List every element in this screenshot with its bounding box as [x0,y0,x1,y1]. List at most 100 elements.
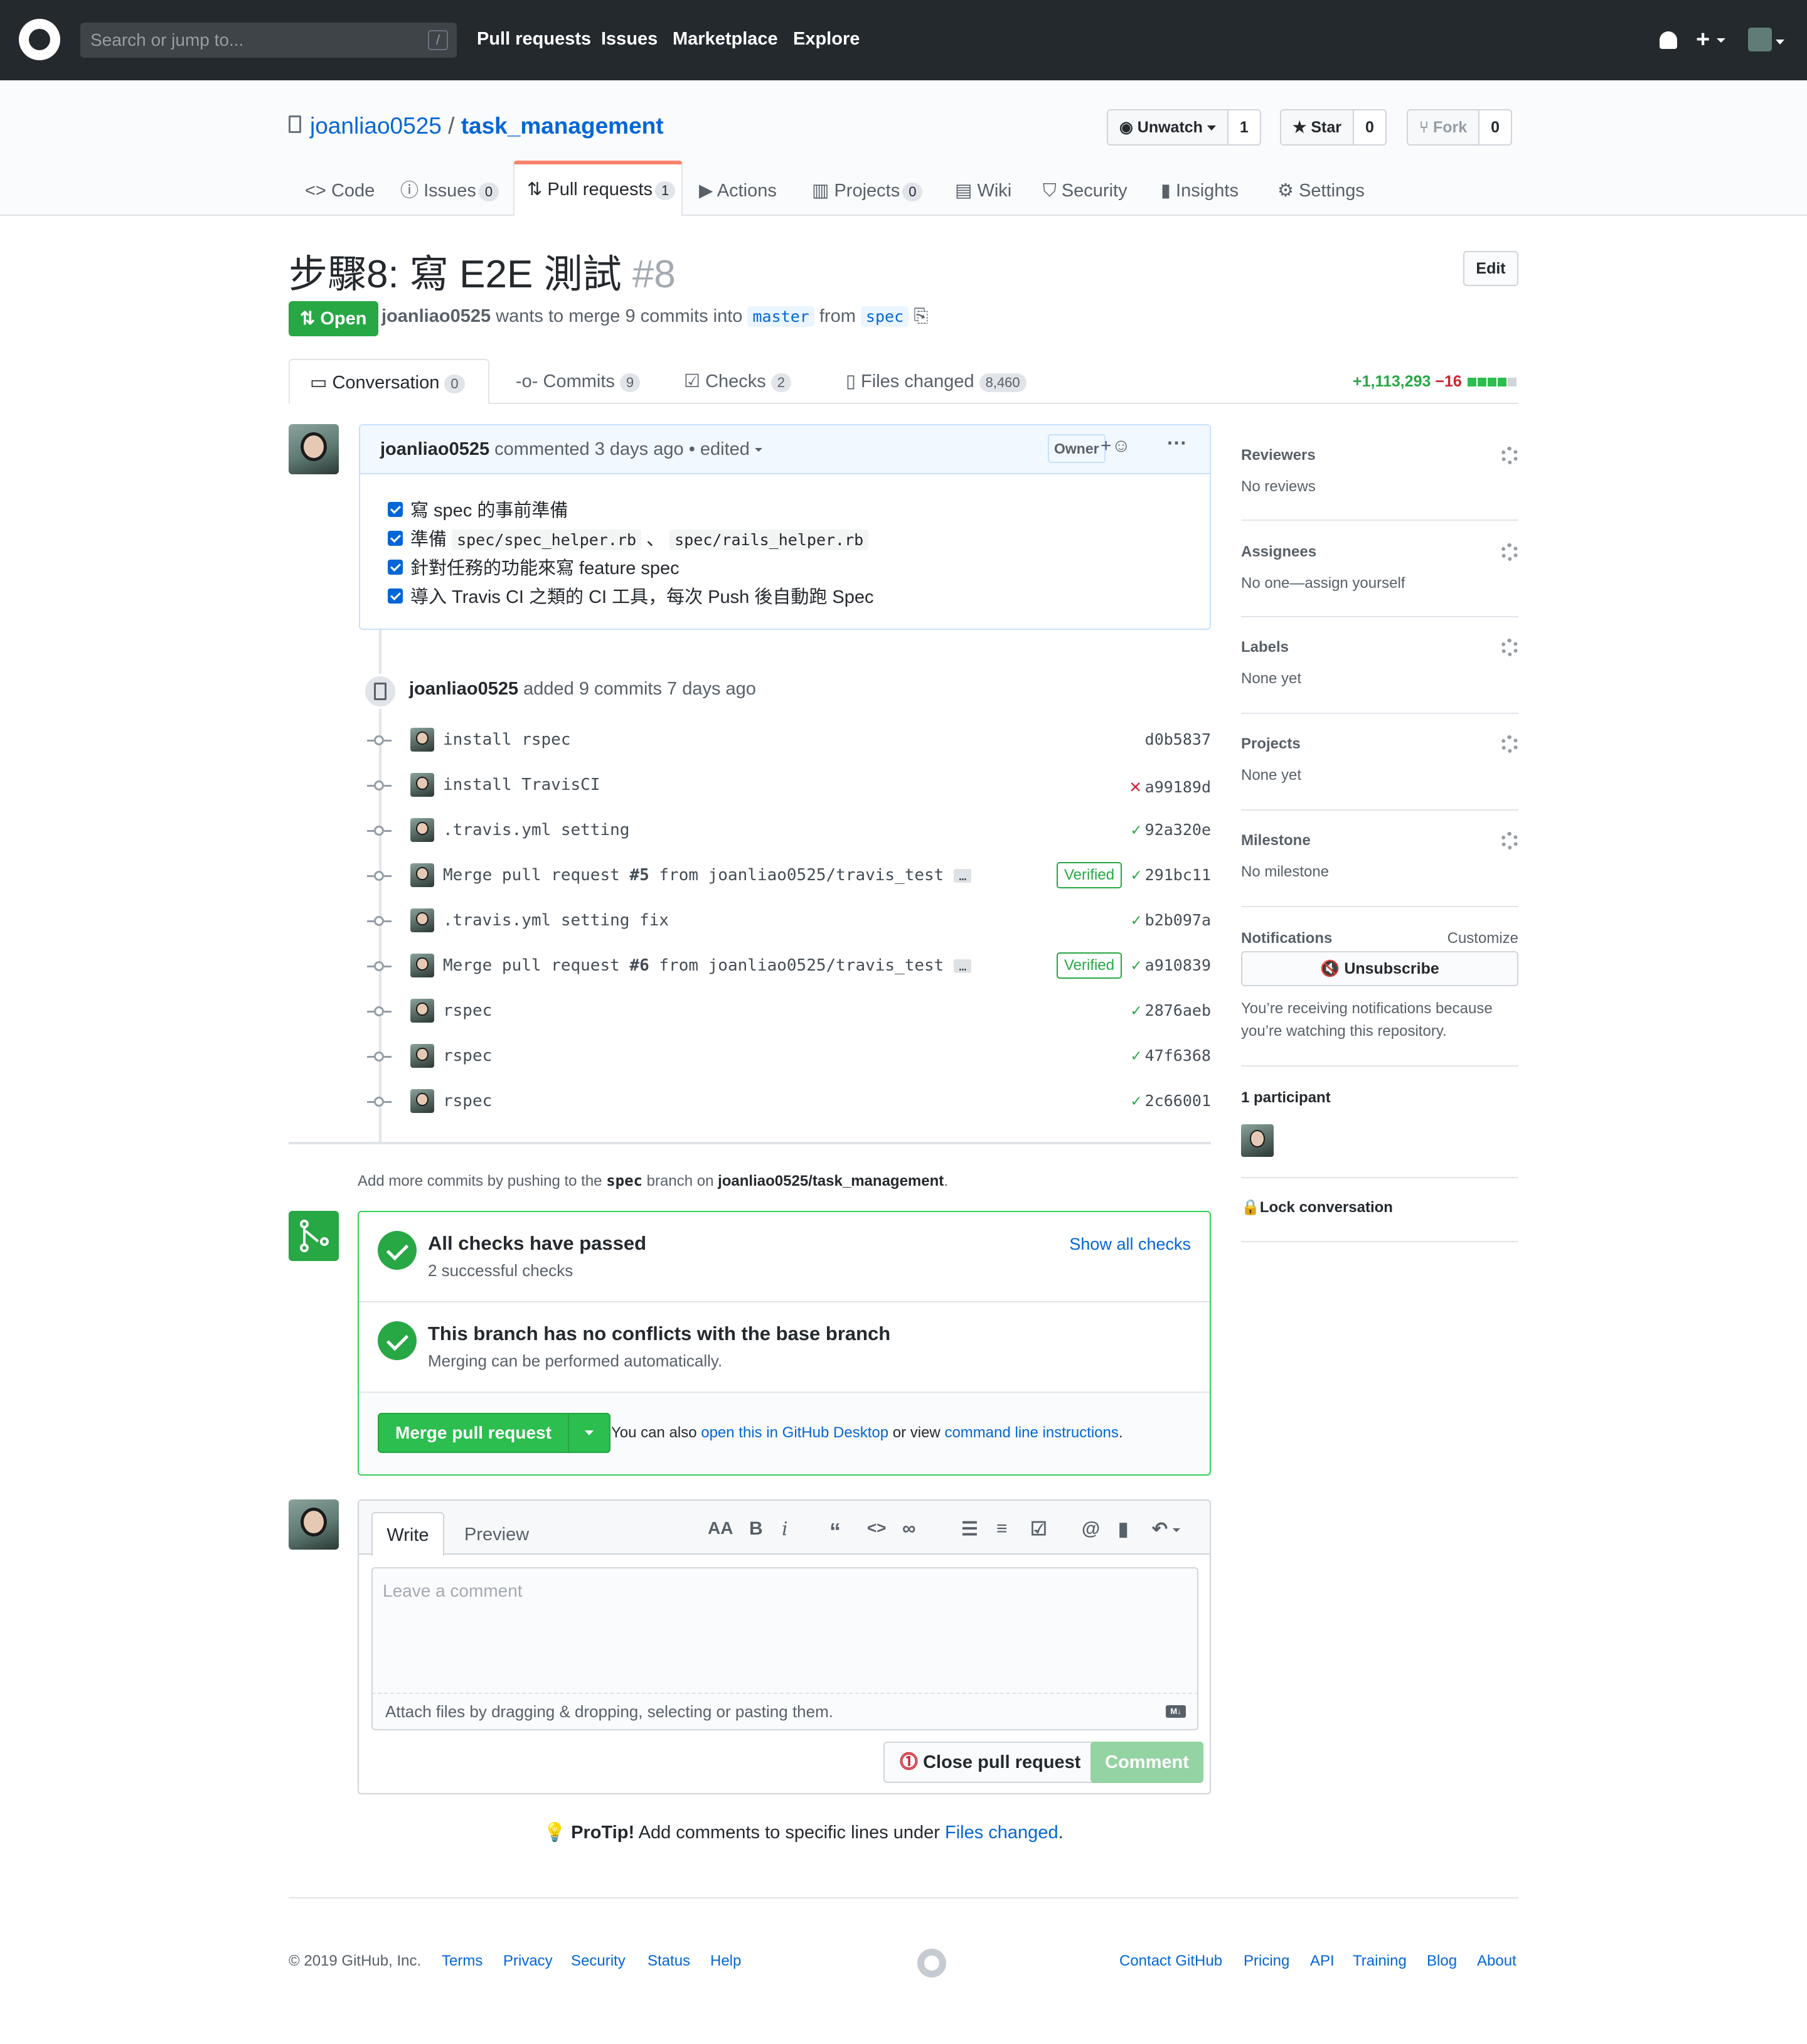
lock-conversation-link[interactable]: 🔒Lock conversation [1241,1198,1393,1216]
gear-icon[interactable] [1501,735,1518,753]
tab-projects[interactable]: ▥ Projects 0 [812,161,923,216]
assignees-value[interactable]: No one—assign yourself [1241,575,1405,592]
check-icon[interactable]: ✓ [1131,866,1141,885]
commit-sha[interactable]: b2b097a [1145,911,1211,929]
mention-icon[interactable]: @ [1082,1518,1100,1540]
add-reaction-icon[interactable]: +☺ [1101,435,1131,457]
pr-author-link[interactable]: joanliao0525 [381,306,491,326]
footer-link-blog[interactable]: Blog [1427,1952,1457,1970]
gear-icon[interactable] [1501,447,1518,464]
nav-issues[interactable]: Issues [601,29,658,50]
tab-settings[interactable]: ⚙ Settings [1277,161,1365,216]
tab-issues[interactable]: ⓘ Issues 0 [400,161,499,216]
commit-link[interactable]: .travis.yml setting [443,821,629,839]
footer-link-status[interactable]: Status [648,1952,690,1970]
heading-icon[interactable]: AA [708,1518,733,1538]
avatar[interactable] [289,1499,339,1550]
avatar[interactable] [410,1044,434,1068]
tab-preview[interactable]: Preview [464,1525,529,1545]
comment-timestamp[interactable]: commented 3 days ago [494,439,683,459]
footer-link-terms[interactable]: Terms [442,1952,482,1970]
tab-security[interactable]: ⛉ Security [1043,161,1127,216]
comment-textarea[interactable]: Leave a comment [371,1567,1198,1693]
comment-button[interactable]: Comment [1090,1742,1203,1783]
merge-pull-request-button[interactable]: Merge pull request [379,1414,569,1452]
head-branch[interactable]: spec [860,306,909,327]
markdown-icon[interactable]: M↓ [1166,1705,1186,1718]
avatar[interactable] [410,728,434,752]
commit-sha[interactable]: 291bc11 [1145,866,1211,884]
code-icon[interactable]: <> [867,1518,886,1538]
commit-sha[interactable]: 47f6368 [1145,1046,1211,1065]
footer-link-pricing[interactable]: Pricing [1244,1952,1289,1970]
open-desktop-link[interactable]: open this in GitHub Desktop [701,1424,888,1441]
tab-commits[interactable]: -o- Commits 9 [516,359,641,404]
tab-write[interactable]: Write [371,1512,444,1556]
commit-sha[interactable]: 2876aeb [1145,1001,1211,1019]
repo-name-link[interactable]: task_management [461,113,664,139]
labels-title[interactable]: Labels [1241,639,1289,656]
avatar[interactable] [410,863,434,887]
avatar[interactable] [410,999,434,1023]
avatar[interactable] [1241,1124,1274,1157]
check-icon[interactable]: ✓ [1131,911,1141,930]
tab-wiki[interactable]: ▤ Wiki [955,161,1011,216]
commit-sha[interactable]: a910839 [1145,956,1211,974]
show-all-checks-link[interactable]: Show all checks [1069,1235,1191,1254]
check-icon[interactable]: ✓ [1131,956,1141,975]
files-changed-link[interactable]: Files changed [945,1823,1058,1843]
nav-marketplace[interactable]: Marketplace [673,29,778,50]
ordered-list-icon[interactable]: ≡ [996,1518,1008,1540]
verified-badge[interactable]: Verified [1057,952,1122,979]
fork-button[interactable]: ⑂ Fork [1408,110,1480,144]
repo-owner-link[interactable]: joanliao0525 [310,113,442,139]
reply-icon[interactable]: ↶ [1152,1518,1181,1540]
gear-icon[interactable] [1501,832,1518,849]
commit-sha[interactable]: 2c66001 [1145,1092,1211,1110]
reviewers-title[interactable]: Reviewers [1241,447,1316,464]
verified-badge[interactable]: Verified [1057,862,1122,888]
avatar[interactable] [410,908,434,932]
bell-icon[interactable] [1660,31,1677,49]
checkbox-checked[interactable] [388,531,403,546]
expand-message-button[interactable]: … [954,959,972,973]
commit-link[interactable]: rspec [443,1046,492,1065]
italic-icon[interactable]: i [782,1518,788,1540]
unordered-list-icon[interactable]: ☰ [961,1518,978,1540]
edit-title-button[interactable]: Edit [1463,251,1518,286]
check-icon[interactable]: ✓ [1131,1001,1141,1020]
fork-count[interactable]: 0 [1479,110,1511,144]
github-logo-icon[interactable] [19,19,60,60]
create-new-plus-icon[interactable]: + [1696,26,1725,53]
clipboard-icon[interactable]: ⎘ [914,306,928,326]
checkbox-checked[interactable] [388,588,403,604]
nav-explore[interactable]: Explore [793,29,860,50]
checkbox-checked[interactable] [388,560,403,575]
link-icon[interactable]: ∞ [902,1518,915,1540]
bold-icon[interactable]: B [749,1518,763,1540]
tab-files-changed[interactable]: ▯ Files changed 8,460 [846,359,1026,404]
unsubscribe-button[interactable]: 🔇 Unsubscribe [1241,951,1518,986]
tab-conversation[interactable]: ▭ Conversation 0 [289,359,489,404]
commit-sha[interactable]: 92a320e [1145,821,1211,839]
expand-message-button[interactable]: … [954,868,972,883]
tab-pull-requests[interactable]: ⇅ Pull requests 1 [513,161,683,216]
quote-icon[interactable]: “ [829,1518,841,1545]
base-branch[interactable]: master [747,306,814,327]
avatar[interactable] [410,773,434,797]
avatar[interactable] [410,954,434,977]
commit-sha[interactable]: d0b5837 [1145,730,1211,748]
tab-actions[interactable]: ▶ Actions [699,161,777,216]
merge-method-dropdown[interactable] [569,1414,609,1452]
projects-title[interactable]: Projects [1241,735,1301,753]
tab-checks[interactable]: ☑ Checks 2 [684,359,792,404]
footer-link-about[interactable]: About [1477,1952,1516,1970]
commit-link[interactable]: .travis.yml setting fix [443,911,669,930]
kebab-menu-icon[interactable]: ··· [1167,432,1187,455]
check-icon[interactable]: ✓ [1131,1092,1141,1110]
customize-link[interactable]: Customize [1447,930,1518,947]
checkbox-checked[interactable] [388,502,403,518]
commit-link[interactable]: Merge pull request #5 from joanliao0525/… [443,866,972,885]
check-icon[interactable]: ✓ [1131,821,1141,839]
avatar[interactable] [410,818,434,842]
